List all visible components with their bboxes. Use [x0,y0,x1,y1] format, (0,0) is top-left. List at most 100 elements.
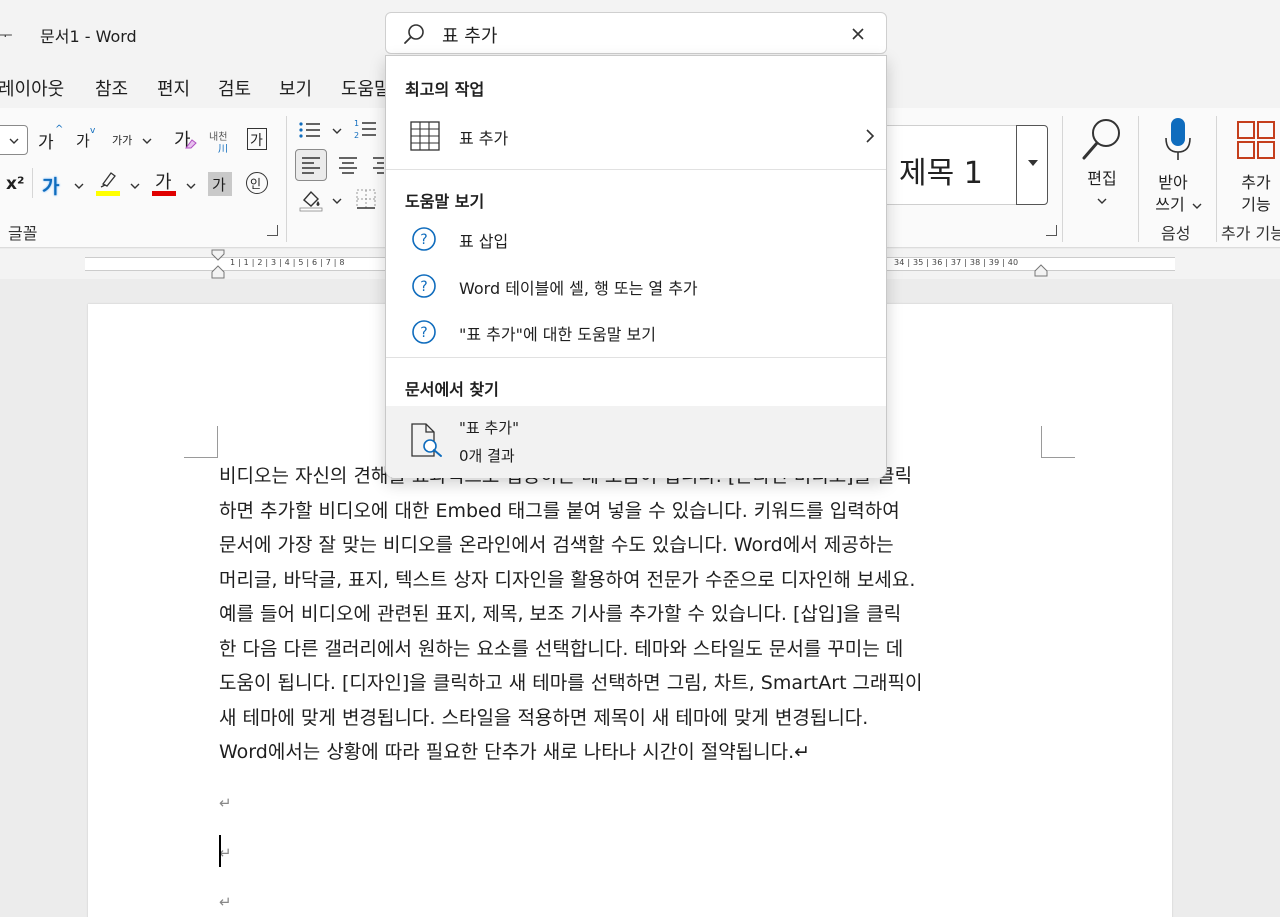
voice-group-label: 음성 [1161,224,1191,243]
tab-review[interactable]: 검토 [218,75,251,101]
font-color-swatch [152,191,176,196]
enclose-char-button[interactable]: 가 [247,128,267,150]
font-dialog-launcher[interactable] [267,225,278,236]
dictate-button[interactable]: 받아 쓰기 [1150,116,1208,214]
grow-font-button[interactable]: 가 [38,128,54,153]
tab-view[interactable]: 보기 [279,75,312,101]
text-line: 머리글, 바닥글, 표지, 텍스트 상자 디자인을 활용하여 전문가 수준으로 … [219,568,916,591]
addins-button[interactable]: 추가 기능 [1226,118,1280,214]
paragraph-mark: ↵ [219,794,232,812]
editing-button[interactable]: 편집 [1074,116,1130,208]
font-color-button[interactable]: 가 [152,168,178,198]
help-item-label: 표 삽입 [459,232,509,251]
chevron-down-icon [142,138,152,144]
crop-mark [1041,426,1075,458]
style-gallery-more-button[interactable] [1016,125,1048,205]
search-results-panel: 최고의 작업 표 추가 도움말 보기 ? 표 삽입 ? Word 테이블에 셀,… [385,55,887,478]
find-section-title: 문서에서 찾기 [405,380,499,399]
highlight-button[interactable] [96,170,122,198]
ribbon-divider [1062,116,1063,242]
font-size-dropdown[interactable] [0,125,28,155]
highlight-color-swatch [96,191,120,196]
add-table-label: 표 추가 [459,129,509,148]
section-divider [386,357,886,358]
char-shading-label: 가 [212,176,226,194]
indent-marker-icon[interactable] [211,249,225,279]
close-icon[interactable] [851,27,865,41]
editing-label: 편집 [1087,169,1117,188]
superscript-button[interactable]: x² [6,174,24,194]
text-line: 문서에 가장 잘 맞는 비디오를 온라인에서 검색할 수도 있습니다. Word… [219,534,894,556]
enclose-circle-label: 인 [250,177,262,191]
text-line: 하면 추가할 비디오에 대한 Embed 태그를 붙여 넣을 수 있습니다. 키… [219,499,900,522]
highlighter-icon [100,172,116,188]
top-actions-title: 최고의 작업 [405,80,485,99]
text-line: 예를 들어 비디오에 관련된 표지, 제목, 보조 기사를 추가할 수 있습니다… [219,603,902,625]
text-line: 도움이 됩니다. [디자인]을 클릭하고 새 테마를 선택하면 그림, 차트, … [219,672,923,694]
help-item-add-cells[interactable]: ? Word 테이블에 셀, 행 또는 열 추가 [386,263,886,309]
search-box[interactable] [385,12,887,54]
search-icon [1082,119,1120,160]
svg-text:?: ? [420,325,427,341]
borders-icon[interactable] [355,188,377,210]
text-line: Word에서는 상황에 따라 필요한 단추가 새로 나타나 시간이 절약됩니다.… [219,741,811,763]
tab-references[interactable]: 참조 [95,75,128,101]
search-input[interactable] [442,24,822,45]
tab-layout[interactable]: 레이아웃 [0,75,64,101]
numbering-icon[interactable]: 12 [354,118,378,140]
dictate-label-2: 쓰기 [1155,195,1185,214]
addins-group-label: 추가 기능 [1221,224,1280,243]
ribbon-divider [1138,116,1139,242]
svg-text:2: 2 [354,131,359,140]
style-gallery-item[interactable]: 제목 1 [880,125,1016,205]
help-item-insert-table[interactable]: ? 표 삽입 [386,216,886,262]
paragraph-mark: ↵ [219,893,232,911]
svg-text:?: ? [420,232,427,248]
svg-text:?: ? [420,279,427,295]
align-left-button[interactable] [295,149,327,181]
align-center-icon[interactable] [338,156,358,174]
help-question-icon: ? [412,274,436,298]
chevron-down-icon [332,198,342,204]
style-heading1-label: 제목 1 [899,156,983,191]
document-body[interactable]: 비디오는 자신의 견해를 효과적으로 입증하는 데 도움이 됩니다. [온라인 … [219,459,1044,770]
tab-help[interactable]: 도움말 [341,75,391,101]
tab-mailings[interactable]: 편지 [157,75,190,101]
find-query-label: "표 추가" [459,419,519,437]
chevron-down-icon [74,183,84,189]
help-item-label: "표 추가"에 대한 도움말 보기 [459,325,656,344]
text-effect-button[interactable]: 가 [42,172,59,199]
text-line: 새 테마에 맞게 변경됩니다. 스타일을 적용하면 제목이 새 테마에 맞게 변… [219,706,869,729]
chevron-down-icon [130,183,140,189]
qat-fragment[interactable]: ᅮ [0,22,13,46]
phonetic-sub: 川 [218,144,228,155]
chevron-down-icon [1192,203,1202,209]
chevron-down-icon [9,138,19,144]
chevron-down-icon [186,183,196,189]
help-question-icon: ? [412,320,436,344]
help-section-title: 도움말 보기 [405,192,485,211]
char-shading-button[interactable]: 가 [208,172,232,196]
table-grid-icon [410,121,440,151]
align-right-icon[interactable] [372,156,384,174]
search-icon [404,24,424,44]
add-table-action[interactable]: 표 추가 [386,113,886,159]
find-in-document-result[interactable]: "표 추가" 0개 결과 [386,406,886,478]
ruler-left-numbers: 1 | 1 | 2 | 3 | 4 | 5 | 6 | 7 | 8 [230,258,345,267]
ruler-right-numbers: 34 | 35 | 36 | 37 | 38 | 39 | 40 [894,258,1019,267]
eraser-icon [185,139,197,149]
styles-dialog-launcher[interactable] [1046,225,1057,236]
svg-text:1: 1 [354,119,359,128]
shading-icon[interactable] [298,188,324,212]
text-cursor [219,835,221,867]
right-indent-marker-icon[interactable] [1034,263,1048,277]
bullets-icon[interactable] [298,120,322,140]
change-case-button[interactable]: 가가 [112,132,132,148]
shrink-font-button[interactable]: 가 [76,130,90,151]
ribbon-divider [1216,116,1217,242]
chevron-right-icon [866,129,875,143]
font-group-label: 글꼴 [8,224,38,243]
enclose-circle-button[interactable]: 인 [246,172,268,194]
help-item-label: Word 테이블에 셀, 행 또는 열 추가 [459,279,698,298]
help-item-view-help[interactable]: ? "표 추가"에 대한 도움말 보기 [386,309,886,355]
